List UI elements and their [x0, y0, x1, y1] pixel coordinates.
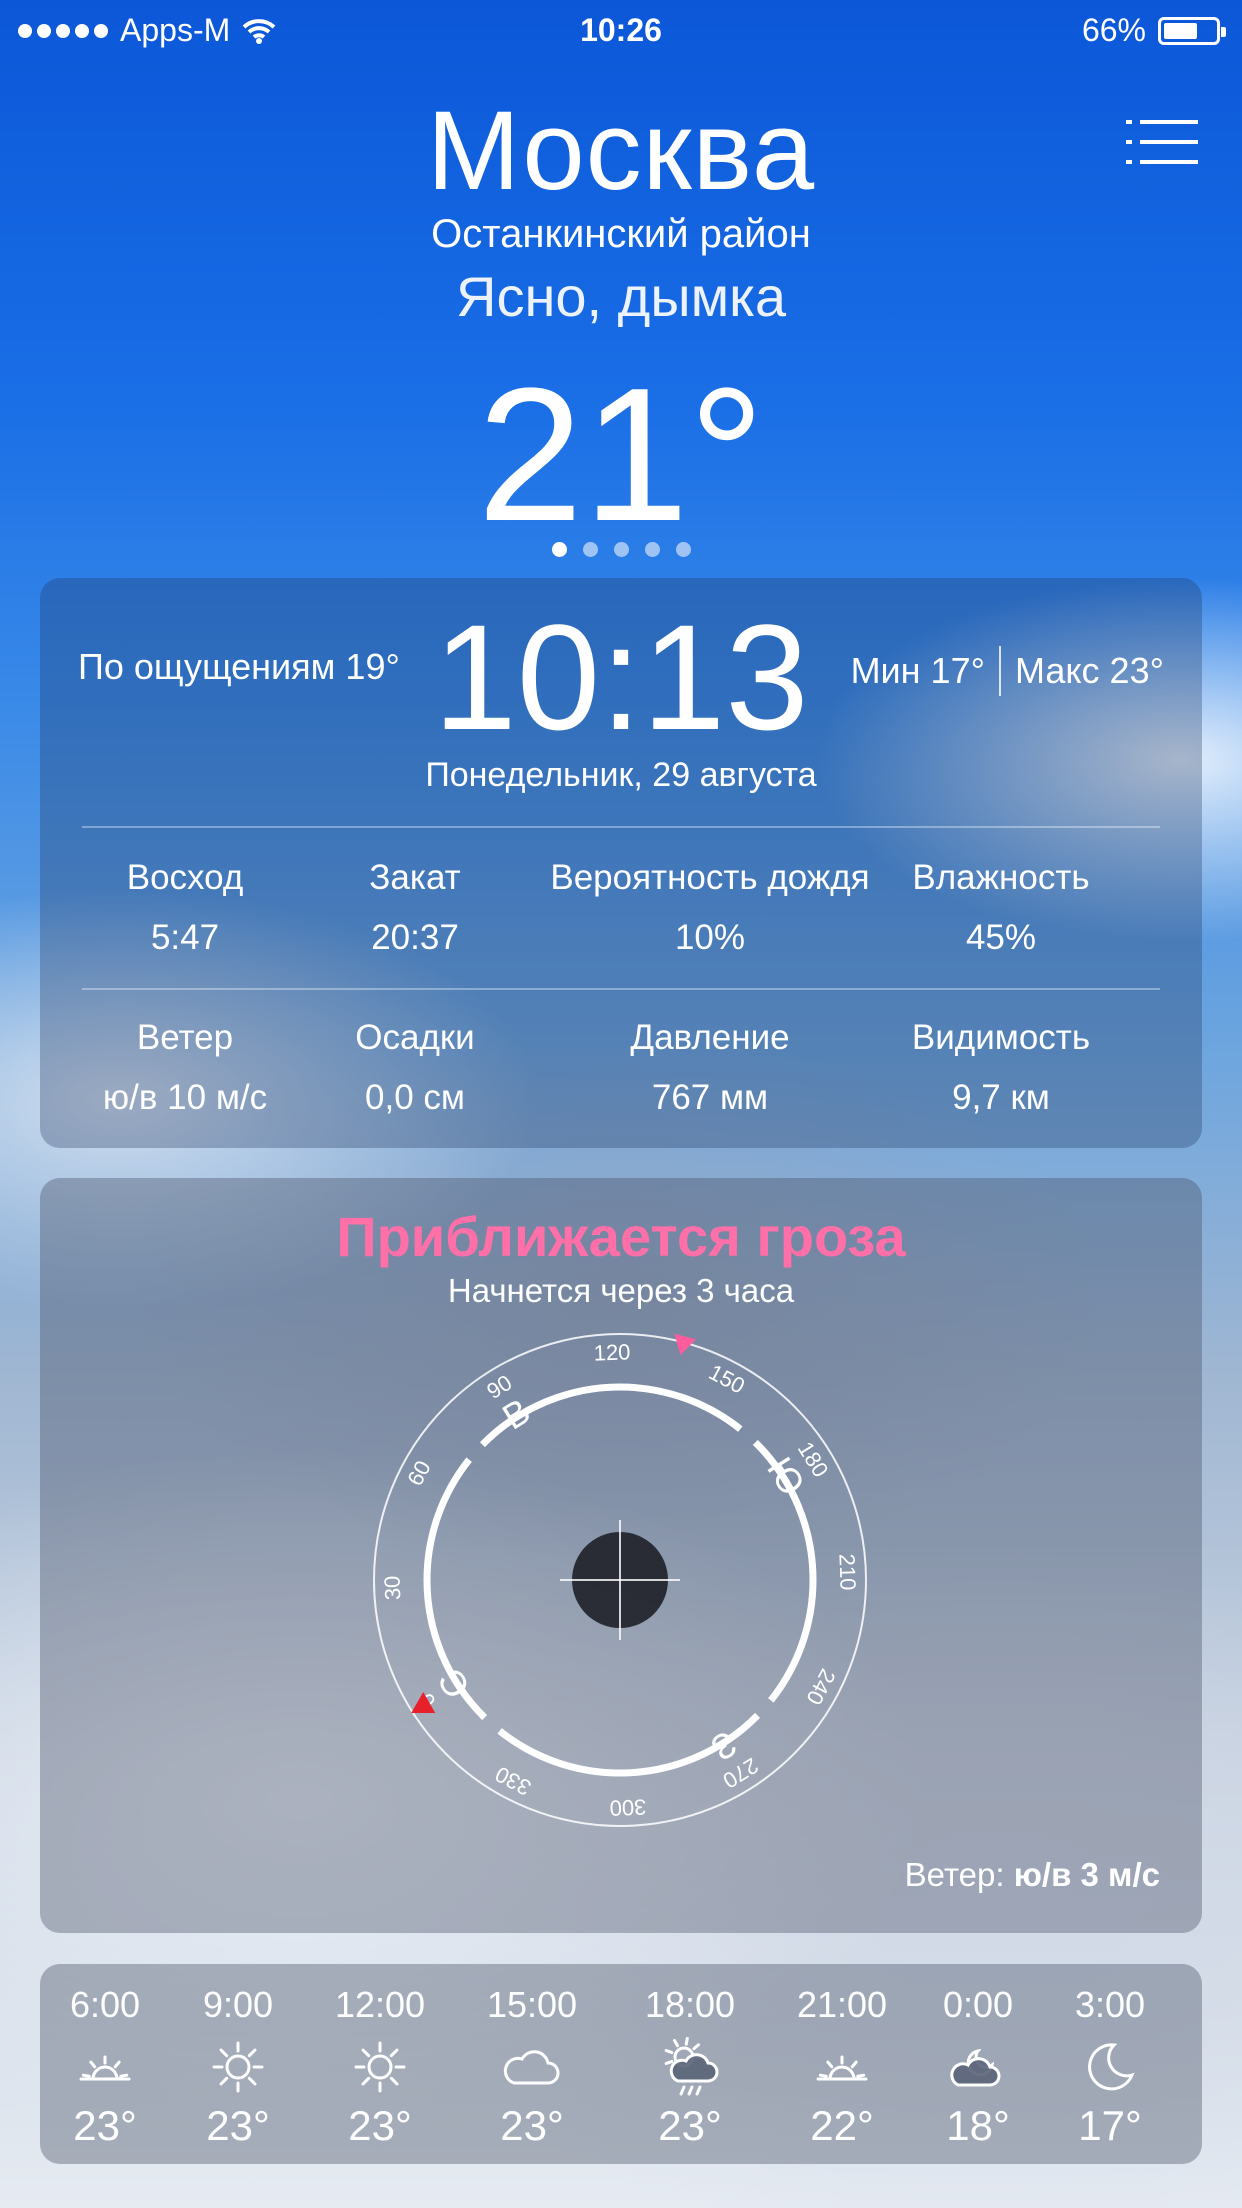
forecast-time: 18:00 [644, 1984, 736, 2025]
hourly-forecast: 6:00 23° 9:00 23° 12:00 23° 15:00 23° 18:00 23° 21… [40, 1964, 1202, 2164]
current-temperature: 21° [477, 349, 765, 561]
compass-tick-label: 300 [609, 1794, 647, 1820]
forecast-hour: 15:00 23° [462, 1984, 602, 2150]
min-temperature: Мин 17° [850, 650, 985, 691]
storm-compass: 0306090120150180210240270300330СВЮЗ [373, 1333, 867, 1827]
district-name: Останкинский район [431, 212, 811, 256]
storm-subtitle: Начнется через 3 часа [447, 1272, 795, 1309]
wind-readout: Ветер: ю/в 3 м/с [905, 1856, 1160, 1894]
page-dot[interactable] [551, 542, 567, 557]
compass-tick-label: 120 [593, 1339, 631, 1365]
forecast-temperature: 18° [946, 2102, 1010, 2149]
sunset-icon [772, 2032, 912, 2102]
compass-tick-label: 150 [705, 1359, 749, 1398]
status-bar: Apps-M 10:26 66% [0, 0, 1242, 64]
details-card: По ощущениям 19° 10:13 Мин 17° Макс 23° … [40, 578, 1202, 1148]
status-time: 10:26 [580, 12, 662, 48]
sun-icon [168, 2032, 308, 2102]
forecast-temperature: 23° [73, 2102, 137, 2149]
stat-pressure: Давление 767 мм [630, 1018, 790, 1117]
divider [82, 988, 1160, 990]
compass-tick-label: 240 [801, 1665, 840, 1709]
forecast-time: 12:00 [334, 1984, 426, 2025]
compass-tick-label: 330 [491, 1761, 535, 1800]
page-dot[interactable] [675, 542, 691, 557]
stat-rain-chance: Вероятность дождя 10% [550, 858, 870, 957]
city-name: Москва [426, 88, 816, 213]
forecast-time: 3:00 [1074, 1984, 1146, 2025]
forecast-time: 6:00 [69, 1984, 141, 2025]
forecast-hour: 9:00 23° [168, 1984, 308, 2150]
stat-humidity: Влажность 45% [912, 858, 1090, 957]
sun-cloud-rain-icon [620, 2032, 760, 2102]
min-max-temperature: Мин 17° Макс 23° [851, 646, 1164, 696]
cloud-icon [462, 2032, 602, 2102]
forecast-temperature: 23° [658, 2102, 722, 2149]
divider [82, 826, 1160, 828]
hourly-forecast-card: 6:00 23° 9:00 23° 12:00 23° 15:00 23° 18:00 23° 21… [40, 1964, 1202, 2164]
stat-visibility: Видимость 9,7 км [911, 1018, 1091, 1117]
moon-cloud-icon [908, 2032, 1048, 2102]
forecast-time: 21:00 [796, 1984, 888, 2025]
forecast-hour: 6:00 23° [35, 1984, 175, 2150]
weather-condition: Ясно, дымка [456, 265, 786, 328]
page-indicator[interactable] [0, 542, 1242, 557]
forecast-hour: 18:00 23° [620, 1984, 760, 2150]
forecast-hour: 0:00 18° [908, 1984, 1048, 2150]
wind-prefix: Ветер: [904, 1856, 1014, 1893]
storm-card: Приближается гроза Начнется через 3 часа… [40, 1178, 1202, 1933]
max-temperature: Макс 23° [1014, 650, 1164, 691]
forecast-temperature: 22° [810, 2102, 874, 2149]
forecast-temperature: 23° [348, 2102, 412, 2149]
current-date: Понедельник, 29 августа [425, 756, 817, 794]
compass-tick-label: 60 [402, 1456, 436, 1489]
stat-sunset: Закат 20:37 [369, 858, 461, 957]
battery-icon [1158, 16, 1226, 45]
storm-title: Приближается гроза [336, 1205, 906, 1268]
stat-precipitation: Осадки 0,0 см [355, 1018, 475, 1117]
wind-value: ю/в 3 м/с [1013, 1856, 1160, 1893]
forecast-time: 9:00 [202, 1984, 274, 2025]
battery-area: 66% [1081, 12, 1226, 49]
forecast-temperature: 23° [500, 2102, 564, 2149]
sunrise-icon [35, 2032, 175, 2102]
forecast-hour: 3:00 17° [1040, 1984, 1180, 2150]
forecast-temperature: 17° [1078, 2102, 1142, 2149]
forecast-temperature: 23° [206, 2102, 270, 2149]
compass-tick-label: 30 [380, 1575, 406, 1600]
battery-percent: 66% [1081, 12, 1146, 48]
page-dot[interactable] [613, 542, 629, 557]
sun-icon [310, 2032, 450, 2102]
moon-icon [1040, 2032, 1180, 2102]
forecast-time: 15:00 [486, 1984, 578, 2025]
divider [998, 646, 1001, 696]
forecast-hour: 12:00 23° [310, 1984, 450, 2150]
forecast-time: 0:00 [942, 1984, 1014, 2025]
page-dot[interactable] [582, 542, 598, 557]
compass-tick-label: 210 [834, 1553, 860, 1591]
forecast-hour: 21:00 22° [772, 1984, 912, 2150]
page-dot[interactable] [644, 542, 660, 557]
